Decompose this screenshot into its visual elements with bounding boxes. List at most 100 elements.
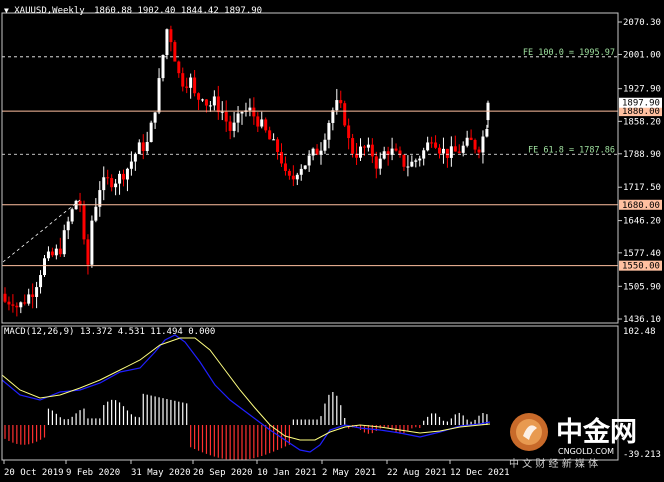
candle-bull — [441, 148, 445, 154]
candle-bull — [149, 122, 153, 143]
candle-bull — [157, 78, 161, 113]
candle-bull — [236, 113, 240, 123]
candle-bull — [35, 287, 39, 297]
candle-bear — [283, 163, 287, 171]
candle-bear — [362, 146, 366, 148]
candle-bull — [153, 112, 157, 123]
candle-bear — [276, 139, 280, 152]
price-level-tag: 1550.00 — [622, 262, 660, 272]
chart-header: ▼ XAUUSD,Weekly 1860.88 1902.40 1844.42 … — [4, 6, 262, 16]
candle-bull — [208, 105, 212, 107]
candle-bull — [307, 155, 311, 166]
candle-bear — [204, 99, 208, 106]
candle-bull — [426, 142, 430, 151]
macd-axis-label: 102.48 — [623, 327, 656, 337]
candle-bull — [129, 161, 133, 169]
candle-bear — [193, 77, 197, 94]
candle-bull — [220, 111, 224, 113]
candle-bear — [473, 139, 477, 150]
candle-bear — [438, 147, 441, 154]
candle-bear — [122, 173, 125, 180]
candle-bull — [27, 294, 31, 304]
candle-bull — [212, 96, 216, 106]
price-axis-label: 1577.40 — [623, 249, 661, 259]
candle-bear — [252, 107, 256, 117]
ohlc-values: 1860.88 1902.40 1844.42 1897.90 — [94, 6, 263, 16]
candle-bull — [359, 146, 362, 158]
time-axis-label: 12 Dec 2021 — [450, 468, 510, 478]
logo-brand: 中金网 — [556, 416, 637, 448]
candle-bull — [165, 29, 169, 56]
current-price-tag: 1897.90 — [622, 99, 660, 109]
candle-bull — [465, 137, 469, 146]
candle-bull — [327, 122, 331, 140]
candle-bear — [347, 125, 351, 139]
candle-bear — [106, 177, 110, 179]
candle-bull — [189, 77, 193, 88]
candle-bull — [118, 173, 122, 184]
candle-bear — [82, 204, 86, 240]
candle-bear — [110, 178, 114, 188]
fibo-label: FE 61.8 = 1787.86 — [528, 145, 615, 155]
candle-bull — [240, 111, 244, 114]
candle-bull — [406, 166, 410, 168]
candle-bear — [181, 73, 185, 87]
time-axis-label: 9 Feb 2020 — [66, 468, 120, 478]
price-axis-label: 1505.90 — [623, 282, 661, 292]
candle-bear — [11, 304, 15, 306]
price-axis-label: 1858.20 — [623, 117, 661, 127]
candle-bear — [394, 148, 398, 151]
candle-bull — [323, 139, 327, 151]
candle-bear — [343, 103, 347, 126]
candle-bull — [272, 139, 276, 141]
candle-bull — [410, 161, 414, 167]
price-level-tag: 1680.00 — [622, 201, 660, 211]
candle-bull — [366, 144, 370, 148]
candle-bull — [248, 107, 252, 111]
candle-bear — [280, 151, 283, 164]
price-axis-label: 1717.50 — [623, 183, 661, 193]
candle-bear — [216, 96, 220, 113]
candle-bull — [449, 146, 453, 158]
candle-bear — [469, 137, 473, 140]
time-axis-label: 20 Oct 2019 — [4, 468, 64, 478]
candle-bull — [295, 174, 299, 180]
candle-bull — [62, 230, 66, 255]
candle-bull — [43, 258, 46, 276]
candle-bear — [173, 42, 177, 62]
candle-bear — [23, 302, 27, 304]
candle-bull — [98, 190, 102, 207]
macd-label: MACD(12,26,9) 13.372 4.531 11.494 0.000 — [4, 327, 216, 337]
candle-bull — [66, 221, 70, 231]
candle-bull — [114, 183, 118, 188]
candle-bull — [481, 136, 485, 153]
candle-bull — [133, 153, 137, 162]
price-axis-label: 2001.00 — [623, 50, 661, 60]
candle-bull — [331, 110, 335, 123]
candle-bear — [86, 239, 90, 265]
candle-bear — [3, 293, 7, 302]
time-axis-label: 20 Sep 2020 — [193, 468, 253, 478]
candle-bull — [335, 100, 339, 111]
candle-bear — [374, 156, 378, 169]
candle-bull — [54, 248, 58, 256]
candle-bear — [256, 116, 260, 127]
candle-bull — [90, 220, 94, 265]
candle-bull — [378, 158, 382, 169]
price-axis-label: 1646.20 — [623, 217, 661, 227]
candle-bear — [197, 93, 201, 100]
candle-bull — [299, 168, 303, 175]
cngold-logo: 中金网 CNGOLD.COM 中 文 财 经 新 媒 体 — [503, 406, 661, 474]
candle-bull — [125, 168, 129, 180]
candle-bull — [201, 99, 204, 101]
candle-bear — [177, 61, 181, 74]
candle-bear — [351, 138, 355, 154]
candle-bear — [31, 294, 35, 297]
candle-bear — [78, 200, 82, 205]
candle-bull — [260, 119, 264, 127]
candle-bear — [291, 175, 295, 180]
candle-bear — [370, 144, 374, 157]
candle-bull — [418, 158, 422, 161]
triangle-down-icon[interactable]: ▼ — [4, 6, 9, 15]
price-axis-label: 1927.90 — [623, 85, 661, 95]
